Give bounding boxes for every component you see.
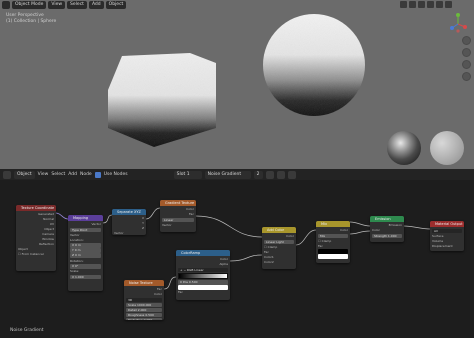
select-menu[interactable]: Select xyxy=(67,1,87,9)
3d-viewport[interactable]: Object Mode View Select Add Object User … xyxy=(0,0,474,169)
socket-color-in[interactable]: Color xyxy=(372,228,402,233)
location-label: Location: xyxy=(70,237,84,242)
from-instancer-checkbox[interactable]: ☐ From Instancer xyxy=(18,252,54,257)
mode-selector[interactable]: Object Mode xyxy=(12,1,47,9)
socket-displacement[interactable]: Displacement xyxy=(432,244,462,249)
location-x[interactable]: X 0 m xyxy=(70,243,101,248)
socket-color2[interactable]: Color2 xyxy=(264,260,294,265)
type-dropdown[interactable]: Type Point xyxy=(70,227,101,233)
socket-color-out[interactable]: Color xyxy=(318,228,348,233)
node-title: Gradient Texture xyxy=(160,200,196,206)
node-texture-coordinate[interactable]: Texture Coordinate Generated Normal UV O… xyxy=(16,205,56,271)
node-title: Separate XYZ xyxy=(112,209,146,215)
node-color-ramp[interactable]: ColorRamp Color Alpha + − RGB Linear 0 P… xyxy=(176,250,230,300)
location-z[interactable]: Z 0 m xyxy=(70,253,101,258)
socket-fac[interactable]: Fac xyxy=(318,244,348,249)
node-material-output[interactable]: Material Output All Surface Volume Displ… xyxy=(430,221,464,251)
node-mix-rgb[interactable]: Add Color Color Linear Light ☐ Clamp Fac… xyxy=(262,227,296,269)
socket-color[interactable]: Color xyxy=(126,292,162,297)
viewport-shading-buttons xyxy=(400,1,452,8)
rotation-x[interactable]: X 0° xyxy=(70,264,101,269)
blender-window: Object Mode View Select Add Object User … xyxy=(0,0,474,338)
scale-x[interactable]: X 1.000 xyxy=(70,274,101,280)
socket-fac-in[interactable]: Fac xyxy=(178,290,228,295)
noise-scale-field[interactable]: Scale 1000.000 xyxy=(126,302,162,308)
noise-roughness-field[interactable]: Roughness 0.500 xyxy=(126,312,162,318)
editor-type-icon[interactable] xyxy=(2,1,10,9)
viewport-info: User Perspective (1) Collection | Sphere xyxy=(6,13,56,25)
xray-icon[interactable] xyxy=(409,1,416,8)
object-menu[interactable]: Object xyxy=(105,1,127,9)
view-menu[interactable]: View xyxy=(48,1,66,9)
socket-fac[interactable]: Fac xyxy=(162,212,194,217)
gradient-type-dropdown[interactable]: Linear xyxy=(162,217,194,223)
mix-mode-dropdown[interactable]: Mix xyxy=(318,233,348,239)
socket-color-out[interactable]: Color xyxy=(264,234,294,239)
ramp-stop-pos[interactable]: 0 Pos 0.500 xyxy=(178,280,228,285)
socket-vector-out[interactable]: Vector xyxy=(70,222,101,227)
viewport-nav-buttons xyxy=(462,36,471,81)
color1-swatch[interactable] xyxy=(318,249,348,254)
node-emission[interactable]: Emission Emission Color Strength 1.000 xyxy=(370,216,404,242)
zoom-icon[interactable] xyxy=(462,36,471,45)
blend-mode-dropdown[interactable]: Linear Light xyxy=(264,239,294,245)
pan-icon[interactable] xyxy=(462,48,471,57)
solid-shading-icon[interactable] xyxy=(427,1,434,8)
ramp-stop-color[interactable] xyxy=(178,285,228,290)
node-mapping[interactable]: Mapping Vector Type Point Vector Locatio… xyxy=(68,215,103,291)
rotation-label: Rotation: xyxy=(70,258,84,263)
ortho-toggle-icon[interactable] xyxy=(462,72,471,81)
color-ramp-bar[interactable] xyxy=(178,273,228,280)
add-menu[interactable]: Add xyxy=(88,1,104,9)
node-mix-color[interactable]: Mix Color Mix ☐ Clamp Fac xyxy=(316,221,350,263)
overlay-icon[interactable] xyxy=(400,1,407,8)
target-dropdown[interactable]: All xyxy=(432,228,462,234)
location-y[interactable]: Y 0 m xyxy=(70,248,101,253)
chrome-preview-ball xyxy=(387,131,421,165)
material-shading-icon[interactable] xyxy=(436,1,443,8)
scale-label: Scale: xyxy=(70,269,80,274)
rendered-shading-icon[interactable] xyxy=(445,1,452,8)
color2-swatch[interactable] xyxy=(318,254,348,259)
material-name-label: Noise Gradient xyxy=(10,328,44,333)
node-gradient-texture[interactable]: Gradient Texture Color Fac Linear Vector xyxy=(160,200,196,232)
noise-detail-field[interactable]: Detail 2.000 xyxy=(126,307,162,313)
node-separate-xyz[interactable]: Separate XYZ X Y Z Vector xyxy=(112,209,146,235)
node-noise-texture[interactable]: Noise Texture Fac Color 3D Scale 1000.00… xyxy=(124,280,164,320)
noise-dimensions-dropdown[interactable]: 3D xyxy=(126,297,162,303)
wireframe-shading-icon[interactable] xyxy=(418,1,425,8)
navigation-gizmo-icon[interactable] xyxy=(448,12,468,34)
strength-field[interactable]: Strength 1.000 xyxy=(372,233,402,239)
socket-alpha[interactable]: Alpha xyxy=(178,262,228,267)
node-title: Texture Coordinate xyxy=(16,205,56,211)
node-title: Material Output xyxy=(430,221,464,227)
camera-view-icon[interactable] xyxy=(462,60,471,69)
diffuse-preview-ball xyxy=(430,131,464,165)
socket-vector-in[interactable]: Vector xyxy=(114,231,144,235)
noise-distortion-field[interactable]: Distortion 0.000 xyxy=(126,317,162,320)
socket-vector-in[interactable]: Vector xyxy=(162,223,194,228)
shader-node-editor[interactable]: Object View Select Add Node Use Nodes Sl… xyxy=(0,169,474,338)
collection-info: (1) Collection | Sphere xyxy=(6,19,57,24)
viewport-scene xyxy=(108,14,464,165)
ramp-controls[interactable]: + − RGB Linear xyxy=(178,267,228,273)
